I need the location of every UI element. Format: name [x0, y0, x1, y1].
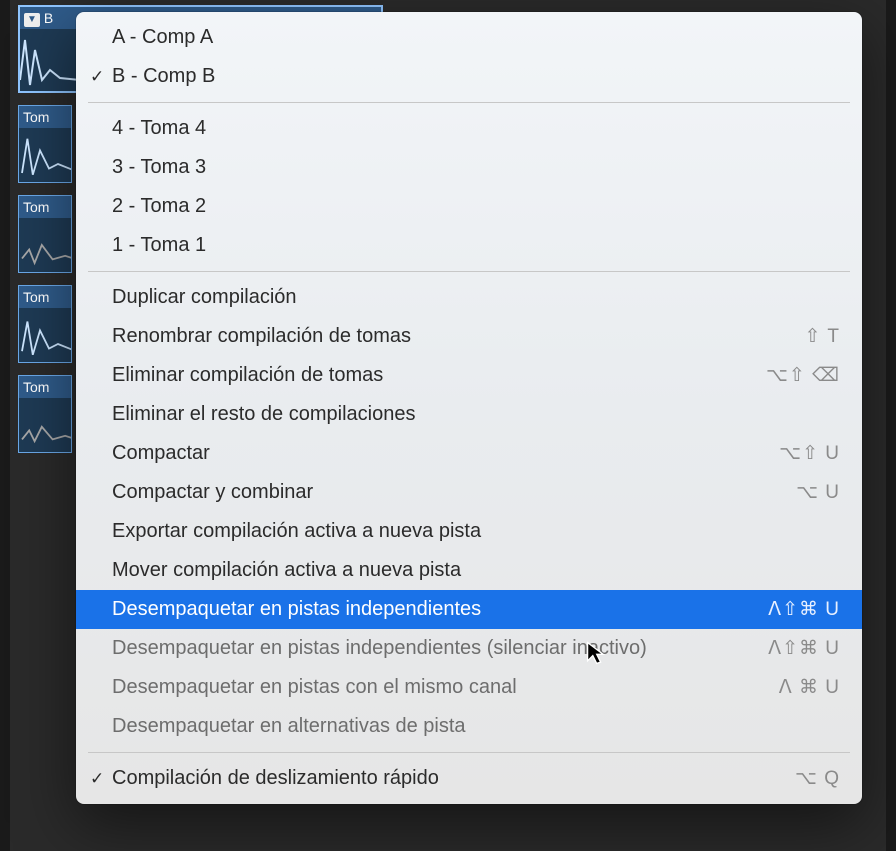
action-item[interactable]: Compactar y combinar⌥ U: [76, 473, 862, 512]
take-region-header: Tom: [19, 196, 71, 218]
menu-separator: [88, 752, 850, 753]
takes-section: 4 - Toma 4 3 - Toma 3 2 - Toma 2 1 - Toma 1: [76, 109, 862, 265]
take-region-header: Tom: [19, 286, 71, 308]
action-label: Eliminar el resto de compilaciones: [112, 403, 840, 426]
take-folder-context-menu: A - Comp A ✓ B - Comp B 4 - Toma 4 3 - Toma…: [76, 12, 862, 804]
take-region[interactable]: Tom: [18, 195, 72, 273]
take-item[interactable]: 1 - Toma 1: [76, 226, 862, 265]
take-item[interactable]: 2 - Toma 2: [76, 187, 862, 226]
menu-separator: [88, 102, 850, 103]
take-label: 1 - Toma 1: [112, 234, 840, 257]
quick-swipe-item[interactable]: ✓ Compilación de deslizamiento rápido⌥ Q: [76, 759, 862, 798]
menu-separator: [88, 271, 850, 272]
take-label: 2 - Toma 2: [112, 195, 840, 218]
waveform-icon: [19, 128, 71, 182]
take-region[interactable]: Tom: [18, 285, 72, 363]
action-item[interactable]: Renombrar compilación de tomas⇧ T: [76, 317, 862, 356]
action-label: Mover compilación activa a nueva pista: [112, 559, 840, 582]
action-item[interactable]: Eliminar compilación de tomas⌥⇧ ⌫: [76, 356, 862, 395]
action-label: Compactar y combinar: [112, 481, 796, 504]
take-region-header: Tom: [19, 106, 71, 128]
comp-label: A - Comp A: [112, 26, 840, 49]
action-label: Desempaquetar en alternativas de pista: [112, 715, 840, 738]
action-label: Exportar compilación activa a nueva pist…: [112, 520, 840, 543]
action-label: Eliminar compilación de tomas: [112, 364, 766, 387]
action-item[interactable]: Compactar⌥⇧ U: [76, 434, 862, 473]
action-label: Compactar: [112, 442, 779, 465]
action-item[interactable]: Desempaquetar en pistas con el mismo can…: [76, 668, 862, 707]
keyboard-shortcut: ᐱ⇧⌘ U: [768, 598, 840, 621]
region-label: B: [44, 10, 53, 26]
take-label: 4 - Toma 4: [112, 117, 840, 140]
comp-item[interactable]: ✓ B - Comp B: [76, 57, 862, 96]
action-item[interactable]: Desempaquetar en alternativas de pista: [76, 707, 862, 746]
take-label: 3 - Toma 3: [112, 156, 840, 179]
checkmark-icon: ✓: [90, 67, 104, 87]
action-item[interactable]: Desempaquetar en pistas independientes (…: [76, 629, 862, 668]
action-label: Renombrar compilación de tomas: [112, 325, 805, 348]
take-region[interactable]: Tom: [18, 105, 72, 183]
waveform-icon: [19, 218, 71, 272]
keyboard-shortcut: ⇧ T: [805, 325, 840, 348]
action-item[interactable]: Exportar compilación activa a nueva pist…: [76, 512, 862, 551]
disclosure-triangle-icon[interactable]: ▼: [24, 13, 40, 27]
comp-item[interactable]: A - Comp A: [76, 18, 862, 57]
keyboard-shortcut: ⌥⇧ ⌫: [766, 364, 840, 387]
take-item[interactable]: 3 - Toma 3: [76, 148, 862, 187]
keyboard-shortcut: ⌥ U: [796, 481, 840, 504]
action-label: Desempaquetar en pistas independientes: [112, 598, 768, 621]
action-label: Desempaquetar en pistas independientes (…: [112, 637, 768, 660]
comps-section: A - Comp A ✓ B - Comp B: [76, 18, 862, 96]
action-item[interactable]: Eliminar el resto de compilaciones: [76, 395, 862, 434]
comp-label: B - Comp B: [112, 65, 840, 88]
actions-section: Duplicar compilación Renombrar compilació…: [76, 278, 862, 746]
keyboard-shortcut: ⌥⇧ U: [779, 442, 840, 465]
action-label: Duplicar compilación: [112, 286, 840, 309]
waveform-icon: [19, 308, 71, 362]
take-item[interactable]: 4 - Toma 4: [76, 109, 862, 148]
actions-section: ✓ Compilación de deslizamiento rápido⌥ Q: [76, 759, 862, 798]
action-item[interactable]: Desempaquetar en pistas independientesᐱ⇧…: [76, 590, 862, 629]
take-region-header: Tom: [19, 376, 71, 398]
waveform-icon: [19, 398, 71, 452]
action-item[interactable]: Duplicar compilación: [76, 278, 862, 317]
keyboard-shortcut: ᐱ ⌘ U: [779, 676, 840, 699]
quick-swipe-label: Compilación de deslizamiento rápido: [112, 767, 795, 790]
take-region[interactable]: Tom: [18, 375, 72, 453]
keyboard-shortcut: ⌥ Q: [795, 767, 840, 790]
action-item[interactable]: Mover compilación activa a nueva pista: [76, 551, 862, 590]
keyboard-shortcut: ᐱ⇧⌘ U: [768, 637, 840, 660]
action-label: Desempaquetar en pistas con el mismo can…: [112, 676, 779, 699]
checkmark-icon: ✓: [90, 769, 104, 789]
